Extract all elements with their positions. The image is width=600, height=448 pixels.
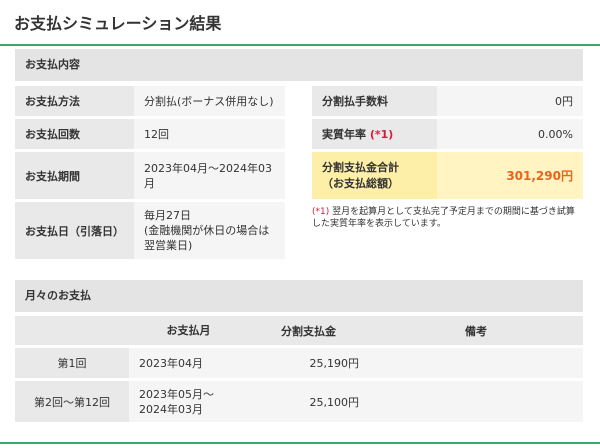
monthly-payment-card: 月々のお支払 お支払月 分割支払金 備考 第1回 2023年04月 25,190… <box>15 280 583 448</box>
payment-summary-card: お支払内容 お支払方法 分割払(ボーナス併用なし) お支払回数 12回 お支払期… <box>15 49 583 271</box>
table-row: お支払方法 分割払(ボーナス併用なし) <box>15 86 285 119</box>
table-row: お支払日（引落日） 毎月27日 (金融機関が休日の場合は翌営業日) <box>15 202 285 262</box>
payment-date-label: お支払日（引落日） <box>15 202 134 262</box>
payment-method-value: 分割払(ボーナス併用なし) <box>134 86 285 119</box>
table-row: 分割払手数料 0円 <box>312 86 583 119</box>
monthly-heading: 月々のお支払 <box>15 280 583 312</box>
installment-month: 2023年04月 <box>129 348 248 381</box>
fee-summary-table: 分割払手数料 0円 実質年率 (*1) 0.00% 分割支払金合計 （お支払総額… <box>312 86 583 202</box>
col-header-month: お支払月 <box>129 316 248 348</box>
installment-note <box>369 381 583 425</box>
table-row: 第2回～第12回 2023年05月～ 2024年03月 25,100円 <box>15 381 583 425</box>
installment-number: 第2回～第12回 <box>15 381 129 425</box>
footnote-text: 翌月を起算月として支払完了予定月までの期間に基づき試算した実質年率を表示していま… <box>312 207 575 229</box>
payment-count-label: お支払回数 <box>15 119 134 152</box>
installment-month: 2023年05月～ 2024年03月 <box>129 381 248 425</box>
monthly-payment-table: お支払月 分割支払金 備考 第1回 2023年04月 25,190円 第2回～第… <box>15 316 583 425</box>
payment-date-value: 毎月27日 (金融機関が休日の場合は翌営業日) <box>134 202 285 262</box>
table-header-row: お支払月 分割支払金 備考 <box>15 316 583 348</box>
table-row: 実質年率 (*1) 0.00% <box>312 119 583 152</box>
table-row: 第1回 2023年04月 25,190円 <box>15 348 583 381</box>
fee-label: 分割払手数料 <box>312 86 437 119</box>
bottom-accent-bar <box>0 442 600 444</box>
installment-number: 第1回 <box>15 348 129 381</box>
col-header-number <box>15 316 129 348</box>
col-header-note: 備考 <box>369 316 583 348</box>
table-row: お支払期間 2023年04月～2024年03月 <box>15 152 285 202</box>
payment-period-label: お支払期間 <box>15 152 134 202</box>
installment-note <box>369 348 583 381</box>
apr-footnote-mark: (*1) <box>369 128 394 141</box>
installment-amount: 25,190円 <box>248 348 369 381</box>
table-row: お支払回数 12回 <box>15 119 285 152</box>
payment-method-label: お支払方法 <box>15 86 134 119</box>
footnote-mark: (*1) <box>312 207 330 217</box>
payment-count-value: 12回 <box>134 119 285 152</box>
installment-amount: 25,100円 <box>248 381 369 425</box>
apr-label-cell: 実質年率 (*1) <box>312 119 437 152</box>
col-header-amount: 分割支払金 <box>248 316 369 348</box>
total-value: 301,290円 <box>437 152 583 202</box>
fee-value: 0円 <box>437 86 583 119</box>
table-row: 分割支払金合計 （お支払総額） 301,290円 <box>312 152 583 202</box>
page-title: お支払シミュレーション結果 <box>14 14 222 33</box>
page-header: お支払シミュレーション結果 <box>0 0 600 46</box>
payment-period-value: 2023年04月～2024年03月 <box>134 152 285 202</box>
apr-value: 0.00% <box>437 119 583 152</box>
apr-footnote: (*1) 翌月を起算月として支払完了予定月までの期間に基づき試算した実質年率を表… <box>312 206 583 230</box>
payment-details-table: お支払方法 分割払(ボーナス併用なし) お支払回数 12回 お支払期間 2023… <box>15 86 285 262</box>
total-label: 分割支払金合計 （お支払総額） <box>312 152 437 202</box>
summary-heading: お支払内容 <box>15 49 583 81</box>
apr-label: 実質年率 <box>322 128 366 141</box>
